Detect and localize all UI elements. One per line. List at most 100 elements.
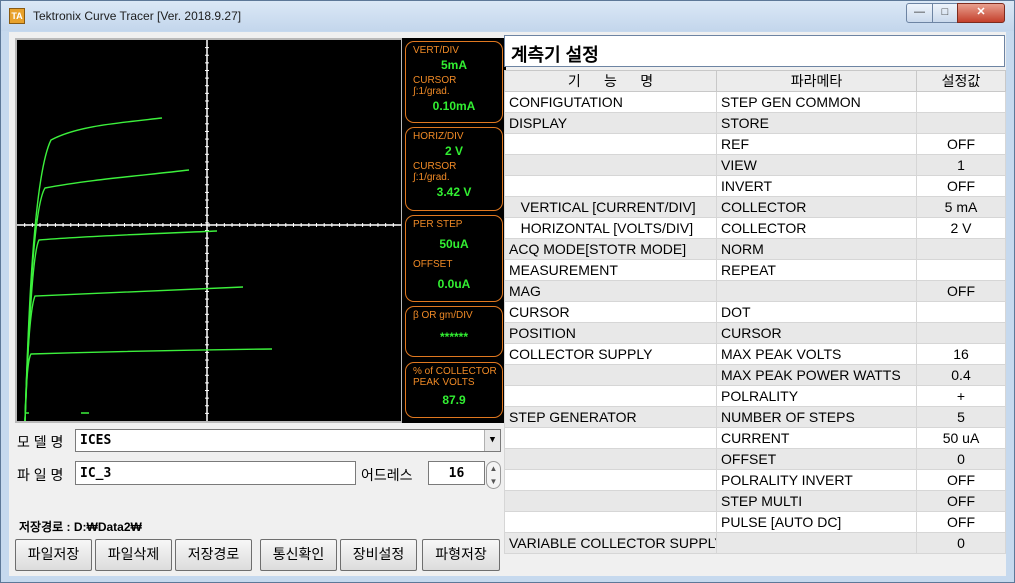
parameter-cell: STEP GEN COMMON — [716, 91, 917, 113]
value-cell: + — [916, 385, 1006, 407]
window-title: Tektronix Curve Tracer [Ver. 2018.9.27] — [33, 9, 242, 23]
address-label: 어드레스 — [361, 467, 413, 483]
table-row[interactable]: OFFSET 0 — [504, 448, 1006, 470]
table-row[interactable]: COLLECTOR SUPPLY MAX PEAK VOLTS 16 — [504, 343, 1006, 365]
horiz-div-box: HORIZ/DIV 2 V CURSOR ∫:1/grad. 3.42 V — [405, 127, 503, 211]
client-area: VERT/DIV 5mA CURSOR ∫:1/grad. 0.10mA HOR… — [9, 32, 1006, 576]
trace-curve — [24, 286, 244, 422]
function-cell: COLLECTOR SUPPLY — [504, 343, 717, 365]
per-step-label: PER STEP — [413, 219, 463, 230]
header-value: 설정값 — [916, 70, 1006, 92]
value-cell: OFF — [916, 469, 1006, 491]
address-input[interactable]: 16 — [428, 461, 485, 485]
value-cell — [916, 238, 1006, 260]
table-row[interactable]: POSITION CURSOR — [504, 322, 1006, 344]
vert-cursor-label: CURSOR ∫:1/grad. — [413, 75, 457, 97]
function-cell — [504, 490, 717, 512]
settings-title: 계측기 설정 — [504, 35, 1005, 67]
parameter-cell: CURSOR — [716, 322, 917, 344]
table-row[interactable]: PULSE [AUTO DC] OFF — [504, 511, 1006, 533]
delete-file-button[interactable]: 파일삭제 — [95, 539, 172, 571]
parameter-cell: REF — [716, 133, 917, 155]
device-settings-button[interactable]: 장비설정 — [340, 539, 417, 571]
table-row[interactable]: CURRENT 50 uA — [504, 427, 1006, 449]
title-bar[interactable]: TA Tektronix Curve Tracer [Ver. 2018.9.2… — [1, 1, 1014, 31]
value-cell: 5 — [916, 406, 1006, 428]
peak-volts-value: 87.9 — [442, 393, 466, 407]
header-parameter: 파라메타 — [716, 70, 917, 92]
model-name-combo[interactable]: ICES ▼ — [75, 429, 501, 452]
function-cell — [504, 511, 717, 533]
address-spinner[interactable]: ▲ ▼ — [486, 461, 501, 489]
waveform-save-button[interactable]: 파형저장 — [422, 539, 500, 571]
table-row[interactable]: POLRALITY INVERT OFF — [504, 469, 1006, 491]
table-row[interactable]: HORIZONTAL [VOLTS/DIV] COLLECTOR 2 V — [504, 217, 1006, 239]
value-cell: OFF — [916, 133, 1006, 155]
vert-div-box: VERT/DIV 5mA CURSOR ∫:1/grad. 0.10mA — [405, 41, 503, 123]
table-row[interactable]: MEASUREMENT REPEAT — [504, 259, 1006, 281]
header-function: 기 능 명 — [504, 70, 717, 92]
value-cell: 1 — [916, 154, 1006, 176]
save-path-value: D:₩Data2₩ — [73, 520, 142, 534]
parameter-cell: COLLECTOR — [716, 196, 917, 218]
table-row[interactable]: REF OFF — [504, 133, 1006, 155]
parameter-cell: STORE — [716, 112, 917, 134]
file-name-input[interactable]: IC_3 — [75, 461, 356, 485]
table-row[interactable]: MAG OFF — [504, 280, 1006, 302]
table-row[interactable]: INVERT OFF — [504, 175, 1006, 197]
table-row[interactable]: POLRALITY + — [504, 385, 1006, 407]
table-row[interactable]: CONFIGUTATION STEP GEN COMMON — [504, 91, 1006, 113]
minimize-icon[interactable]: — — [906, 3, 933, 23]
settings-table: 기 능 명 파라메타 설정값 CONFIGUTATION STEP GEN COM… — [504, 70, 1006, 554]
beta-box: β OR gm/DIV ****** — [405, 306, 503, 357]
table-row[interactable]: MAX PEAK POWER WATTS 0.4 — [504, 364, 1006, 386]
save-file-button[interactable]: 파일저장 — [15, 539, 92, 571]
parameter-cell: REPEAT — [716, 259, 917, 281]
function-cell — [504, 175, 717, 197]
horiz-cursor-label: CURSOR ∫:1/grad. — [413, 161, 457, 183]
function-cell — [504, 448, 717, 470]
value-cell: 0.4 — [916, 364, 1006, 386]
parameter-cell: STEP MULTI — [716, 490, 917, 512]
table-row[interactable]: CURSOR DOT — [504, 301, 1006, 323]
per-step-box: PER STEP 50uA OFFSET 0.0uA — [405, 215, 503, 302]
maximize-icon[interactable]: □ — [932, 3, 958, 23]
table-row[interactable]: STEP GENERATOR NUMBER OF STEPS 5 — [504, 406, 1006, 428]
parameter-cell — [716, 280, 917, 302]
table-row[interactable]: STEP MULTI OFF — [504, 490, 1006, 512]
function-cell — [504, 133, 717, 155]
close-icon[interactable]: ✕ — [957, 3, 1005, 23]
function-cell — [504, 154, 717, 176]
table-row[interactable]: DISPLAY STORE — [504, 112, 1006, 134]
value-cell — [916, 301, 1006, 323]
table-row[interactable]: VARIABLE COLLECTOR SUPPLY 0 — [504, 532, 1006, 554]
save-path-button[interactable]: 저장경로 — [175, 539, 252, 571]
parameter-cell: MAX PEAK POWER WATTS — [716, 364, 917, 386]
function-cell: DISPLAY — [504, 112, 717, 134]
value-cell: 0 — [916, 532, 1006, 554]
parameter-cell — [716, 532, 917, 554]
trace-curve — [24, 230, 218, 422]
function-cell: CURSOR — [504, 301, 717, 323]
parameter-cell: NUMBER OF STEPS — [716, 406, 917, 428]
parameter-cell: PULSE [AUTO DC] — [716, 511, 917, 533]
function-cell: MAG — [504, 280, 717, 302]
comm-check-button[interactable]: 통신확인 — [260, 539, 337, 571]
peak-volts-label: % of COLLECTOR PEAK VOLTS — [413, 366, 497, 388]
table-row[interactable]: ACQ MODE[STOTR MODE] NORM — [504, 238, 1006, 260]
value-cell — [916, 91, 1006, 113]
file-name-label: 파 일 명 — [17, 467, 64, 483]
scope-graticule — [17, 40, 401, 422]
parameter-cell: POLRALITY — [716, 385, 917, 407]
function-cell: VARIABLE COLLECTOR SUPPLY — [504, 532, 717, 554]
peak-volts-box: % of COLLECTOR PEAK VOLTS 87.9 — [405, 362, 503, 418]
vert-div-value: 5mA — [440, 58, 467, 72]
table-row[interactable]: VIEW 1 — [504, 154, 1006, 176]
chevron-down-icon[interactable]: ▼ — [484, 430, 500, 451]
function-cell — [504, 364, 717, 386]
function-cell: VERTICAL [CURRENT/DIV] — [504, 196, 717, 218]
value-cell: 0 — [916, 448, 1006, 470]
value-cell: 16 — [916, 343, 1006, 365]
parameter-cell: INVERT — [716, 175, 917, 197]
table-row[interactable]: VERTICAL [CURRENT/DIV] COLLECTOR 5 mA — [504, 196, 1006, 218]
